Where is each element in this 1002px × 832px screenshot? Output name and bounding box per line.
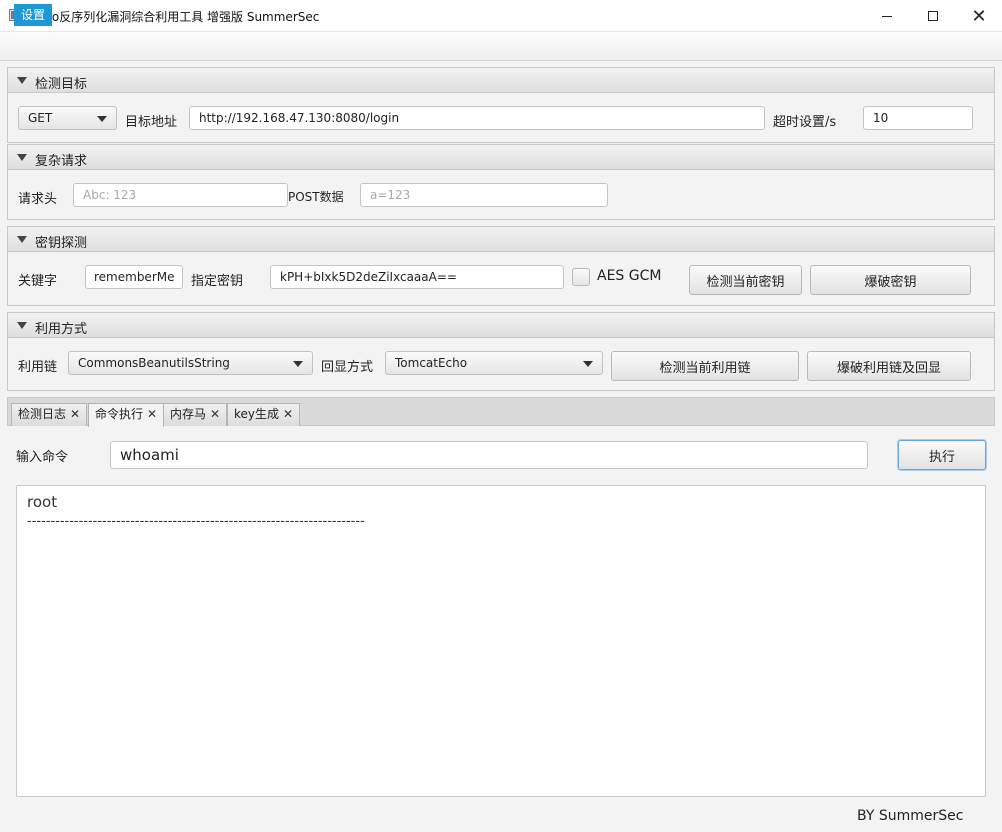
close-tab-icon[interactable]: ✕ [70, 407, 80, 421]
detect-chain-button[interactable]: 检测当前利用链 [611, 351, 799, 381]
close-tab-icon[interactable]: ✕ [283, 407, 293, 421]
maximize-button[interactable] [910, 0, 956, 32]
brute-chain-button[interactable]: 爆破利用链及回显 [807, 351, 971, 381]
http-method-select[interactable]: GET [18, 106, 117, 130]
pane-title-target: 检测目标 [35, 77, 88, 92]
aes-gcm-checkbox[interactable] [572, 268, 590, 286]
request-header-input[interactable]: Abc: 123 [73, 183, 288, 207]
tab-label: 命令执行 [95, 407, 144, 421]
tab-label: 检测日志 [18, 407, 67, 421]
chain-select[interactable]: CommonsBeanutilsString [68, 351, 313, 375]
collapse-arrow-icon [17, 154, 27, 161]
collapse-arrow-icon [17, 77, 27, 84]
keyword-input[interactable]: rememberMe [85, 265, 183, 289]
minimize-button[interactable] [864, 0, 910, 32]
brute-key-button[interactable]: 爆破密钥 [810, 265, 971, 295]
menu-settings[interactable]: 设置 [14, 4, 53, 26]
echo-select[interactable]: TomcatEcho [385, 351, 603, 375]
key-label: 指定密钥 [191, 274, 244, 289]
tab-detect-log[interactable]: 检测日志 ✕ [11, 403, 88, 426]
tab-label: key生成 [234, 407, 280, 421]
tab-memshell[interactable]: 内存马 ✕ [163, 403, 228, 426]
pane-header-request[interactable]: 复杂请求 [7, 144, 995, 170]
collapse-arrow-icon [17, 322, 27, 329]
command-output-area[interactable]: root ------------------------------------… [16, 485, 986, 797]
collapse-arrow-icon [17, 236, 27, 243]
chain-label: 利用链 [18, 360, 58, 375]
close-icon: ✕ [971, 5, 987, 27]
http-method-value: GET [28, 111, 53, 125]
pane-header-exploit[interactable]: 利用方式 [7, 312, 995, 338]
pane-header-target[interactable]: 检测目标 [7, 67, 995, 93]
aes-gcm-label: AES GCM [597, 268, 662, 284]
menubar [0, 32, 1002, 61]
echo-value: TomcatEcho [395, 356, 468, 370]
pane-title-key: 密钥探测 [35, 236, 88, 251]
command-input-label: 输入命令 [16, 450, 69, 465]
close-tab-icon[interactable]: ✕ [210, 407, 220, 421]
request-header-label: 请求头 [18, 192, 58, 207]
footer-credit: BY SummerSec [857, 808, 964, 824]
target-url-label: 目标地址 [125, 115, 178, 130]
execute-button[interactable]: 执行 [898, 440, 986, 470]
minimize-icon [882, 15, 892, 17]
post-data-input[interactable]: a=123 [360, 183, 608, 207]
key-input[interactable]: kPH+bIxk5D2deZiIxcaaaA== [270, 265, 564, 289]
timeout-label: 超时设置/s [773, 115, 837, 130]
tab-key-gen[interactable]: key生成 ✕ [227, 403, 301, 426]
detect-key-button[interactable]: 检测当前密钥 [689, 265, 802, 295]
chevron-down-icon [293, 361, 303, 367]
post-data-label: POST数据 [288, 190, 344, 204]
command-input[interactable]: whoami [110, 441, 868, 469]
tab-command-exec[interactable]: 命令执行 ✕ [88, 403, 165, 427]
pane-header-key[interactable]: 密钥探测 [7, 226, 995, 252]
target-url-input[interactable]: http://192.168.47.130:8080/login [189, 106, 765, 130]
close-button[interactable]: ✕ [956, 0, 1002, 32]
chain-value: CommonsBeanutilsString [78, 356, 230, 370]
echo-label: 回显方式 [321, 360, 374, 375]
window-title: shiro反序列化漏洞综合利用工具 增强版 SummerSec [30, 10, 320, 24]
close-tab-icon[interactable]: ✕ [147, 407, 157, 421]
pane-title-request: 复杂请求 [35, 154, 88, 169]
output-separator: ----------------------------------------… [27, 514, 365, 529]
timeout-input[interactable]: 10 [863, 106, 973, 130]
pane-title-exploit: 利用方式 [35, 322, 88, 337]
maximize-icon [928, 11, 938, 21]
keyword-label: 关键字 [18, 274, 58, 289]
chevron-down-icon [583, 361, 593, 367]
chevron-down-icon [97, 116, 107, 122]
tab-label: 内存马 [170, 407, 207, 421]
output-line: root [27, 493, 58, 511]
